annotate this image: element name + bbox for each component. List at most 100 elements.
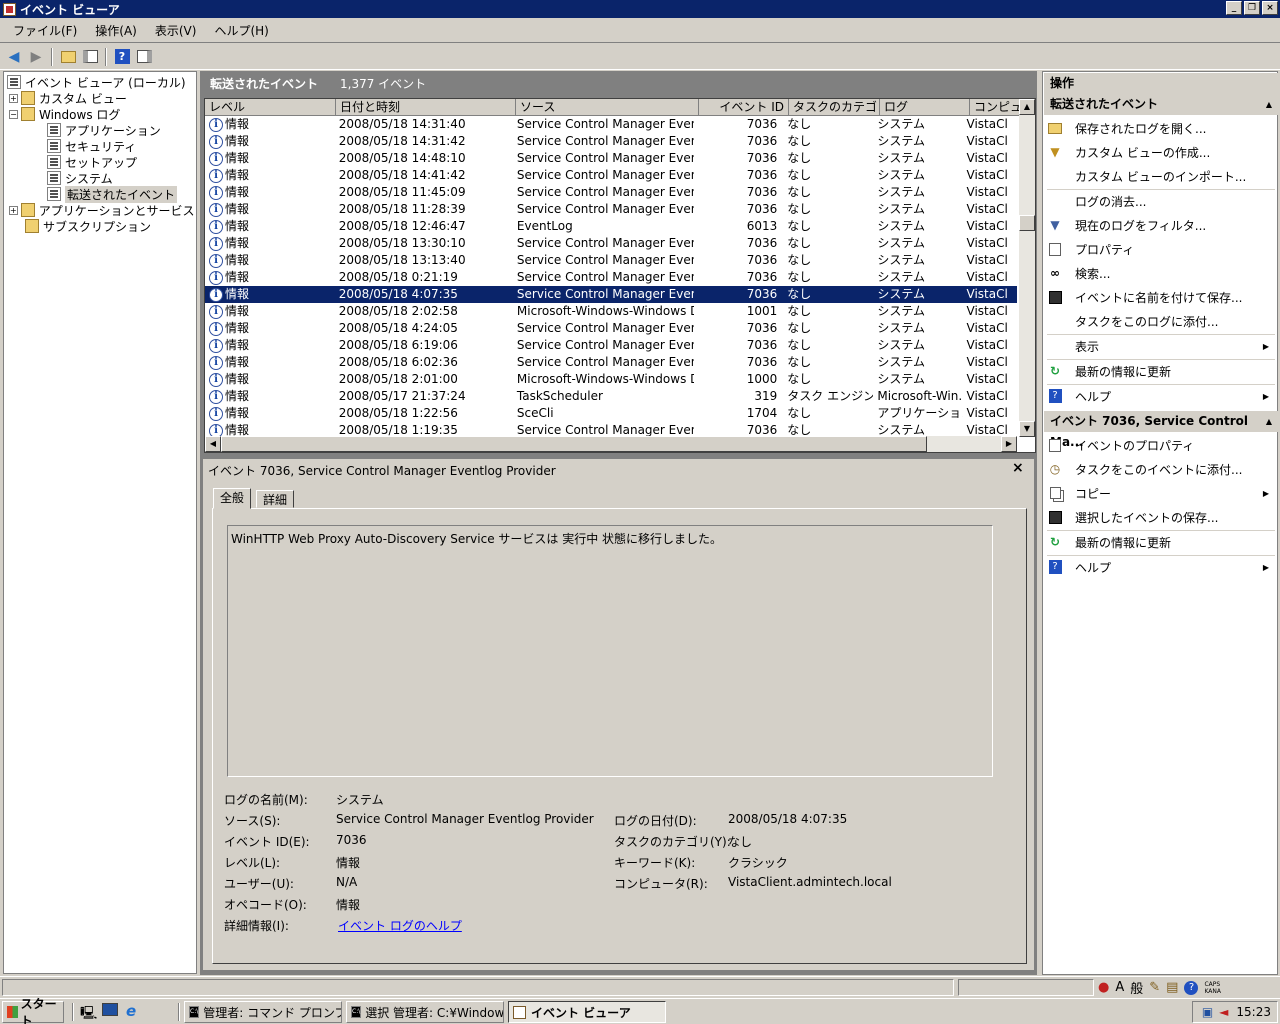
column-header-computer[interactable]: コンピュータ (970, 99, 1025, 115)
column-header-log[interactable]: ログ (880, 99, 970, 115)
tree-item-root[interactable]: イベント ビューア (ローカル) (4, 74, 196, 90)
event-row[interactable]: i 情報 2008/05/18 12:46:47 EventLog 6013 なし システム… (205, 218, 1017, 235)
expand-icon[interactable]: + (9, 205, 18, 215)
vertical-scrollbar[interactable]: ▲ ▼ (1019, 99, 1035, 437)
event-row[interactable]: i 情報 2008/05/17 21:37:24 TaskScheduler 319 タス… (205, 388, 1017, 405)
scroll-down-button[interactable]: ▼ (1019, 421, 1035, 437)
action-clear-log[interactable]: ログの消去... (1047, 190, 1275, 212)
close-button[interactable]: × (1262, 1, 1278, 15)
event-row[interactable]: i 情報 2008/05/18 4:24:05 Service Control Man… (205, 320, 1017, 337)
tree-item-forwarded-events[interactable]: 転送されたイベント (4, 185, 196, 203)
tree-item-application[interactable]: アプリケーション (4, 122, 196, 138)
forward-button[interactable]: ▶ (26, 47, 46, 67)
menu-action[interactable]: 操作(A) (86, 22, 146, 39)
up-folder-button[interactable] (58, 47, 78, 67)
event-row[interactable]: i 情報 2008/05/18 14:41:42 Service Control Ma… (205, 167, 1017, 184)
internet-explorer-icon[interactable]: e (126, 1002, 136, 1020)
ime-bar[interactable]: ● A 般 ✎ ▤ ? CAPS KANA (1098, 978, 1278, 997)
show-desktop-icon[interactable] (102, 1003, 118, 1016)
tab-details[interactable]: 詳細 (256, 490, 295, 508)
ime-conversion-mode[interactable]: 般 (1130, 978, 1143, 997)
event-message[interactable]: WinHTTP Web Proxy Auto-Discovery Service… (227, 525, 993, 777)
event-row[interactable]: i 情報 2008/05/18 11:45:09 Service Control Ma… (205, 184, 1017, 201)
detail-close-button[interactable]: × (1012, 460, 1024, 476)
column-header-event-id[interactable]: イベント ID (699, 99, 789, 115)
start-button[interactable]: スタート (2, 997, 64, 1024)
tree-item-app-service-logs[interactable]: + アプリケーションとサービス ログ (4, 202, 222, 218)
ime-icon[interactable]: ● (1098, 980, 1109, 995)
network-icon[interactable]: ▣ (1202, 1005, 1213, 1019)
action-help-event[interactable]: ? ヘルプ ▶ (1047, 556, 1275, 578)
horizontal-scrollbar[interactable]: ◀ ▶ (205, 436, 1017, 452)
task-event-viewer[interactable]: イベント ビューア (508, 1001, 666, 1023)
actions-section-event[interactable]: イベント 7036, Service Control Ma... ▲ (1044, 411, 1278, 449)
clock[interactable]: 15:23 (1236, 1005, 1271, 1019)
expand-icon[interactable]: + (9, 93, 18, 103)
scroll-right-button[interactable]: ▶ (1001, 436, 1017, 452)
event-row[interactable]: i 情報 2008/05/18 0:21:19 Service Control Man… (205, 269, 1017, 286)
action-refresh[interactable]: ↻ 最新の情報に更新 (1047, 360, 1275, 382)
tree-item-security[interactable]: セキュリティ (4, 138, 196, 154)
tree-item-windows-logs[interactable]: − Windows ログ (4, 106, 196, 122)
event-row[interactable]: i 情報 2008/05/18 13:30:10 Service Control Ma… (205, 235, 1017, 252)
event-row[interactable]: i 情報 2008/05/18 11:28:39 Service Control Ma… (205, 201, 1017, 218)
column-header-level[interactable]: レベル (205, 99, 336, 115)
event-log-help-link[interactable]: イベント ログのヘルプ (338, 917, 462, 934)
action-view[interactable]: 表示 ▶ (1047, 335, 1275, 357)
tree-item-custom-views[interactable]: + カスタム ビュー (4, 90, 196, 106)
action-create-custom-view[interactable]: ▼ カスタム ビューの作成... (1047, 141, 1275, 163)
ime-pad-icon[interactable]: ✎ (1149, 980, 1160, 995)
column-header-task-category[interactable]: タスクのカテゴリ (789, 99, 880, 115)
tree-item-subscriptions[interactable]: サブスクリプション (4, 218, 196, 234)
scroll-thumb[interactable] (1019, 215, 1035, 231)
volume-icon[interactable]: ◄ (1219, 1005, 1228, 1019)
action-filter-current-log[interactable]: ▼ 現在のログをフィルタ... (1047, 214, 1275, 236)
show-hide-tree-button[interactable] (80, 47, 100, 67)
event-row[interactable]: i 情報 2008/05/18 2:02:58 Microsoft-Windows-W… (205, 303, 1017, 320)
action-open-saved-log[interactable]: 保存されたログを開く... (1047, 117, 1275, 139)
tab-general[interactable]: 全般 (213, 488, 252, 509)
actions-section-forwarded[interactable]: 転送されたイベント ▲ (1044, 94, 1278, 115)
menu-file[interactable]: ファイル(F) (4, 22, 86, 39)
task-command-prompt-2[interactable]: C:\ 選択 管理者: C:¥Window... (346, 1001, 504, 1023)
event-row[interactable]: i 情報 2008/05/18 13:13:40 Service Control Ma… (205, 252, 1017, 269)
tree-item-system[interactable]: システム (4, 170, 196, 186)
column-header-source[interactable]: ソース (516, 99, 699, 115)
action-attach-task-to-log[interactable]: タスクをこのログに添付... (1047, 310, 1275, 332)
event-row[interactable]: i 情報 2008/05/18 14:48:10 Service Control Ma… (205, 150, 1017, 167)
event-row[interactable]: i 情報 2008/05/18 14:31:42 Service Control Ma… (205, 133, 1017, 150)
action-properties[interactable]: プロパティ (1047, 238, 1275, 260)
menu-view[interactable]: 表示(V) (146, 22, 206, 39)
restore-button[interactable]: ❐ (1244, 1, 1260, 15)
ime-tool-icon[interactable]: ▤ (1166, 980, 1178, 995)
event-row[interactable]: i 情報 2008/05/18 4:07:35 Service Control Man… (205, 286, 1017, 303)
action-event-properties[interactable]: イベントのプロパティ (1047, 434, 1275, 456)
help-button[interactable]: ? (112, 47, 132, 67)
action-save-events-as[interactable]: イベントに名前を付けて保存... (1047, 286, 1275, 308)
scroll-up-button[interactable]: ▲ (1019, 99, 1035, 115)
event-row[interactable]: i 情報 2008/05/18 6:02:36 Service Control Man… (205, 354, 1017, 371)
ime-input-mode[interactable]: A (1115, 980, 1124, 995)
column-header-datetime[interactable]: 日付と時刻 (336, 99, 516, 115)
action-copy[interactable]: コピー ▶ (1047, 482, 1275, 504)
action-pane-button[interactable] (134, 47, 154, 67)
action-help[interactable]: ? ヘルプ ▶ (1047, 385, 1275, 407)
action-refresh-event[interactable]: ↻ 最新の情報に更新 (1047, 531, 1275, 553)
minimize-button[interactable]: _ (1226, 1, 1242, 15)
task-command-prompt[interactable]: C:\管理者: コマンド プロンプト (184, 1001, 342, 1023)
back-button[interactable]: ◀ (4, 47, 24, 67)
event-list[interactable]: レベル 日付と時刻 ソース イベント ID タスクのカテゴリ ログ コンピュータ… (204, 98, 1036, 453)
event-row[interactable]: i 情報 2008/05/18 14:31:40 Service Control Ma… (205, 116, 1017, 133)
event-row[interactable]: i 情報 2008/05/18 2:01:00 Microsoft-Windows-W… (205, 371, 1017, 388)
collapse-icon[interactable]: − (9, 109, 18, 119)
event-row[interactable]: i 情報 2008/05/18 6:19:06 Service Control Man… (205, 337, 1017, 354)
menu-help[interactable]: ヘルプ(H) (205, 22, 277, 39)
tree-item-setup[interactable]: セットアップ (4, 154, 196, 170)
action-attach-task-to-event[interactable]: ◷ タスクをこのイベントに添付... (1047, 458, 1275, 480)
server-manager-icon[interactable]: 🖳 (80, 1004, 97, 1024)
action-save-selected-events[interactable]: 選択したイベントの保存... (1047, 506, 1275, 528)
scroll-left-button[interactable]: ◀ (205, 436, 221, 452)
scroll-thumb[interactable] (221, 436, 927, 452)
ime-help-icon[interactable]: ? (1184, 980, 1199, 995)
action-find[interactable]: ∞ 検索... (1047, 262, 1275, 284)
